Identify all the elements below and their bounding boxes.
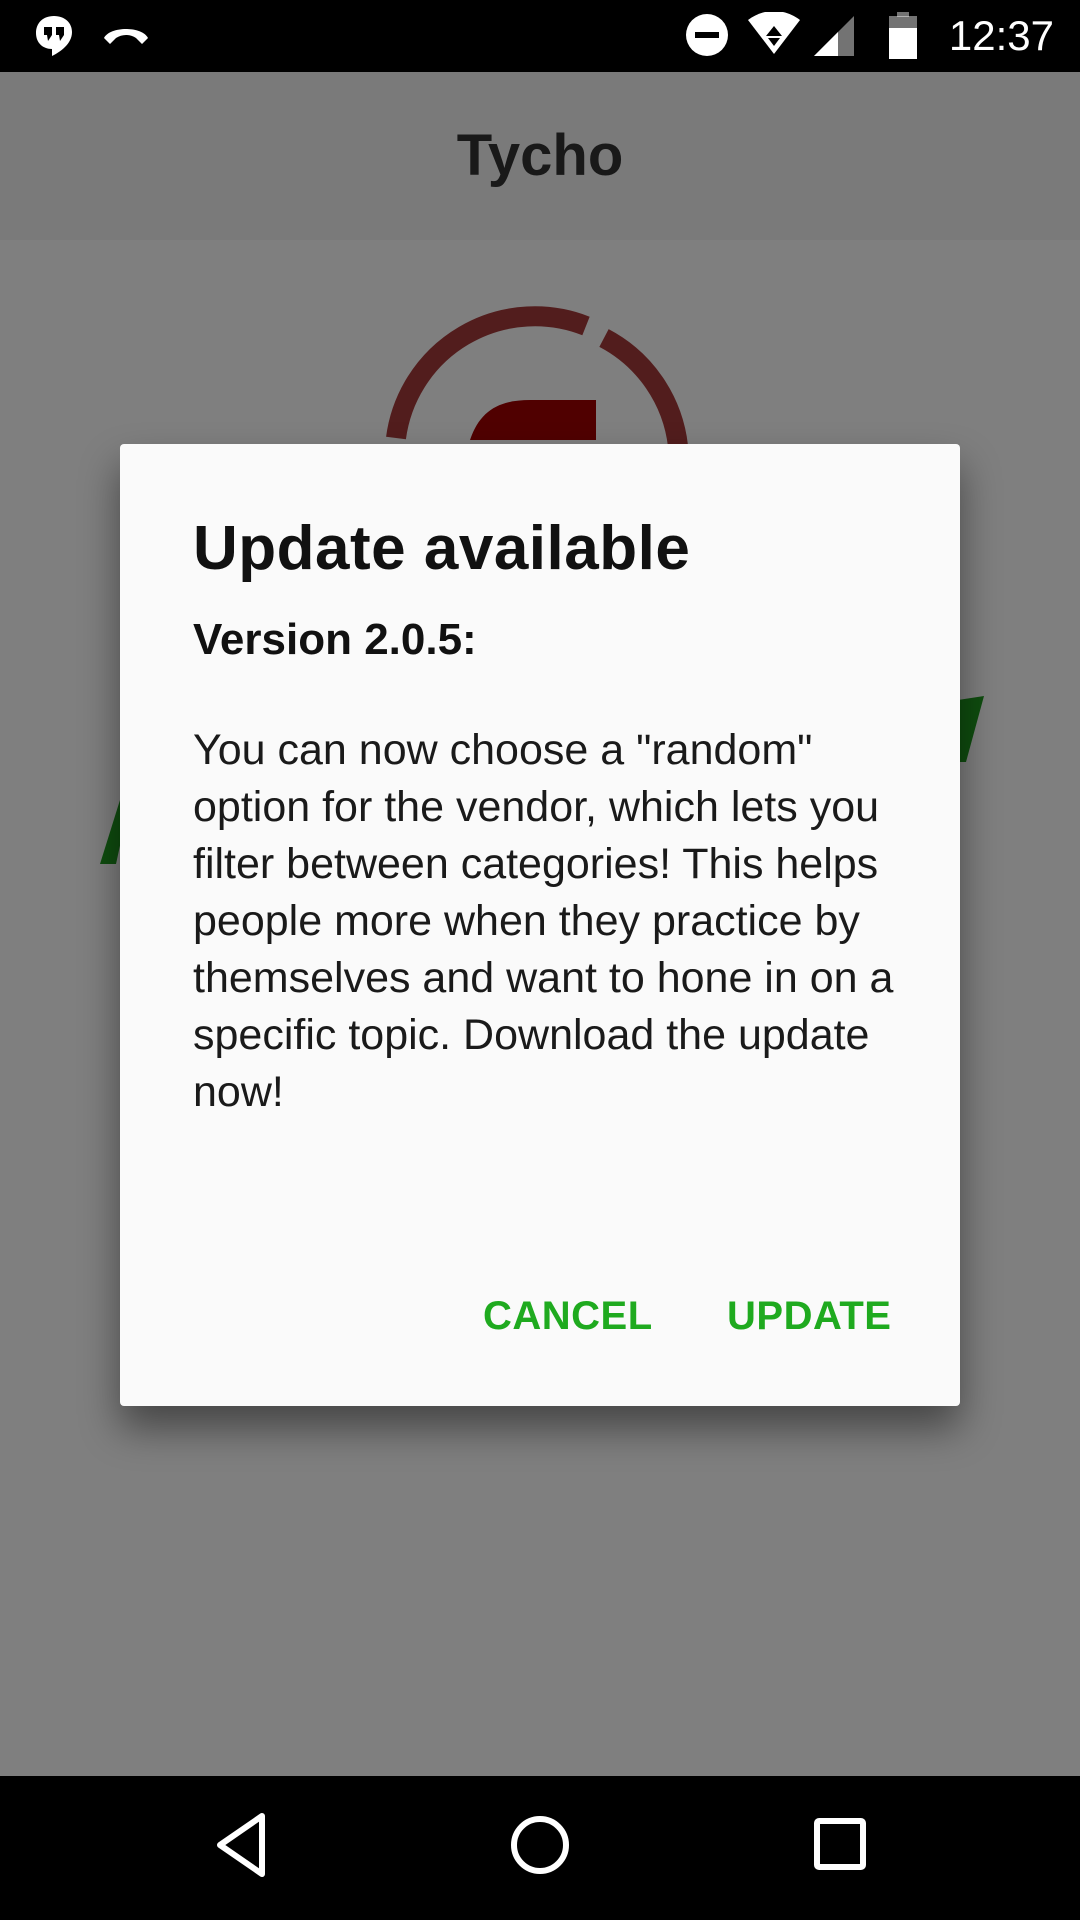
- do-not-disturb-icon: [684, 12, 730, 63]
- battery-icon: [888, 12, 918, 65]
- wifi-icon: [746, 11, 802, 63]
- back-icon[interactable]: [212, 1810, 270, 1885]
- recents-icon[interactable]: [812, 1810, 868, 1885]
- cancel-button[interactable]: CANCEL: [483, 1286, 653, 1346]
- screen: 12:37 Tycho Update available Version 2.0…: [0, 0, 1080, 1920]
- dialog-title: Update available: [193, 514, 691, 583]
- dialog-version: Version 2.0.5:: [193, 615, 477, 664]
- hangouts-icon: [30, 12, 78, 65]
- update-button[interactable]: UPDATE: [727, 1286, 891, 1346]
- status-bar: 12:37: [0, 0, 1080, 72]
- signal-icon: [812, 12, 856, 63]
- dialog-message: You can now choose a "random" option for…: [193, 726, 894, 1116]
- home-icon[interactable]: [509, 1810, 571, 1885]
- clock: 12:37: [948, 12, 1054, 59]
- headset-icon: [100, 12, 152, 65]
- update-dialog: Update available Version 2.0.5: You can …: [120, 444, 960, 1406]
- nav-bar: [0, 1776, 1080, 1920]
